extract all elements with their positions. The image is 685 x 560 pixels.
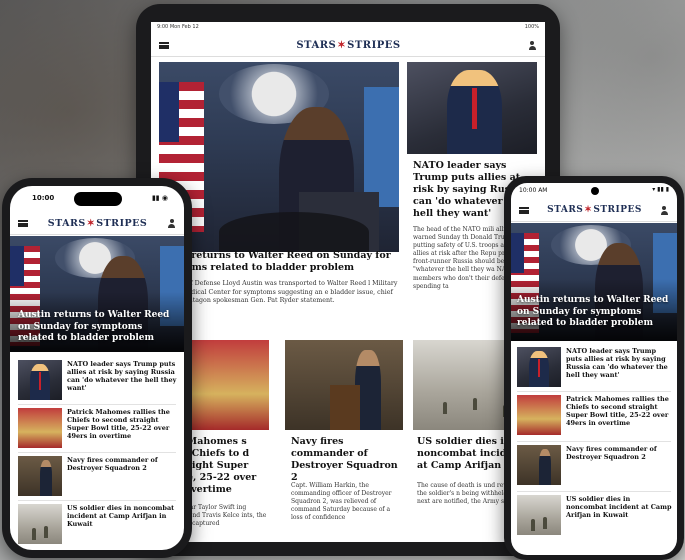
tablet-screen: 9:00 Mon Feb 12 100% STARS ✶ STRIPES NATO … — [151, 22, 545, 542]
soldier-figure — [44, 526, 48, 538]
soldier-figure — [531, 519, 535, 531]
soldier-figure — [543, 517, 547, 529]
list-headline: NATO leader says Trump puts allies at ri… — [67, 360, 177, 393]
navy-body: Capt. William Harkin, the commanding off… — [291, 482, 392, 522]
list-item[interactable]: NATO leader says Trump puts allies at ri… — [517, 347, 673, 387]
dynamic-island — [74, 192, 122, 206]
soldier-figure — [473, 398, 477, 410]
list-headline: NATO leader says Trump puts allies at ri… — [566, 347, 668, 380]
list-item[interactable]: Navy fires commander of Destroyer Squadr… — [18, 456, 178, 496]
trump-figure — [529, 351, 549, 387]
menu-icon[interactable] — [159, 41, 169, 49]
list-headline: Navy fires commander of Destroyer Squadr… — [566, 445, 657, 462]
tablet-status-bar: 9:00 Mon Feb 12 100% — [151, 22, 545, 34]
list-item[interactable]: US soldier dies in noncombat incident at… — [18, 504, 178, 544]
list-thumb — [517, 347, 561, 387]
site-header: STARS ✶ STRIPES — [10, 212, 184, 235]
right-phone-device: 10:00 AM ▾ ▮▮ ▮ STARS ✶ STRIPES Austin ret… — [504, 176, 684, 560]
left-phone-device: 10:00 ▮▮ ◉ STARS ✶ STRIPES Austin returns … — [2, 178, 192, 558]
user-icon[interactable] — [528, 40, 537, 50]
list-item[interactable]: US soldier dies in noncombat incident at… — [517, 495, 673, 535]
list-item[interactable]: Navy fires commander of Destroyer Squadr… — [517, 445, 673, 485]
logo-stripes: STRIPES — [96, 217, 148, 229]
left-phone-screen: 10:00 ▮▮ ◉ STARS ✶ STRIPES Austin returns … — [10, 186, 184, 550]
hero-headline[interactable]: Austin returns to Walter Reed on Sunday … — [18, 310, 176, 345]
divider — [517, 441, 671, 442]
hero-headline[interactable]: Austin returns to Walter Reed on Sunday … — [517, 295, 673, 330]
status-time: 10:00 AM — [519, 187, 548, 194]
user-icon[interactable] — [167, 218, 176, 228]
logo-star-icon: ✶ — [86, 217, 96, 229]
list-headline: US soldier dies in noncombat incident at… — [566, 495, 672, 520]
logo-stripes: STRIPES — [593, 205, 642, 215]
status-time: 9:00 Mon Feb 12 — [157, 24, 199, 30]
logo-star-icon: ✶ — [584, 205, 593, 215]
officer-figure — [539, 449, 551, 485]
list-thumb — [517, 395, 561, 435]
status-time: 10:00 — [32, 194, 55, 202]
list-thumb — [517, 445, 561, 485]
logo-stars: STARS — [296, 39, 337, 51]
user-icon[interactable] — [660, 205, 669, 215]
list-thumb — [18, 360, 62, 400]
signal-icons: ▮▮ ◉ — [151, 194, 168, 202]
list-headline: US soldier dies in noncombat incident at… — [67, 504, 175, 529]
menu-icon[interactable] — [519, 206, 529, 214]
trump-figure — [30, 364, 50, 400]
site-logo[interactable]: STARS ✶ STRIPES — [296, 40, 400, 51]
navy-headline[interactable]: Navy fires commander of Destroyer Squadr… — [291, 436, 403, 484]
divider — [517, 491, 671, 492]
nato-story-image[interactable] — [407, 62, 537, 154]
divider — [18, 500, 176, 501]
list-thumb — [18, 456, 62, 496]
list-headline: Patrick Mahomes rallies the Chiefs to se… — [566, 395, 669, 428]
divider — [18, 452, 176, 453]
list-item[interactable]: Patrick Mahomes rallies the Chiefs to se… — [517, 395, 673, 435]
list-thumb — [18, 408, 62, 448]
lectern — [330, 385, 360, 430]
divider — [18, 404, 176, 405]
audience-heads — [219, 212, 369, 252]
navy-story-image[interactable] — [285, 340, 403, 430]
list-thumb — [517, 495, 561, 535]
site-header: STARS ✶ STRIPES — [151, 34, 545, 57]
tablet-device: 9:00 Mon Feb 12 100% STARS ✶ STRIPES NATO … — [136, 4, 560, 556]
logo-stripes: STRIPES — [347, 39, 401, 51]
list-thumb — [18, 504, 62, 544]
soldier-figure — [443, 402, 447, 414]
battery-status: 100% — [524, 24, 539, 30]
site-logo[interactable]: STARS ✶ STRIPES — [48, 218, 148, 229]
soldier-figure — [32, 528, 36, 540]
menu-icon[interactable] — [18, 219, 28, 227]
divider — [517, 391, 671, 392]
site-logo[interactable]: STARS ✶ STRIPES — [547, 205, 642, 215]
lead-headline[interactable]: n returns to Walter Reed on Sunday for t… — [181, 250, 399, 274]
list-item[interactable]: Patrick Mahomes rallies the Chiefs to se… — [18, 408, 178, 448]
lead-body: y of Defense Lloyd Austin was transporte… — [181, 280, 398, 304]
logo-stars: STARS — [547, 205, 584, 215]
list-headline: Patrick Mahomes rallies the Chiefs to se… — [67, 408, 170, 441]
right-phone-screen: 10:00 AM ▾ ▮▮ ▮ STARS ✶ STRIPES Austin ret… — [511, 183, 677, 555]
signal-icons: ▾ ▮▮ ▮ — [652, 186, 669, 193]
site-header: STARS ✶ STRIPES — [511, 199, 677, 222]
logo-stars: STARS — [47, 217, 86, 229]
blue-flag — [364, 87, 399, 207]
trump-figure — [447, 70, 502, 154]
officer-figure — [40, 460, 52, 496]
list-item[interactable]: NATO leader says Trump puts allies at ri… — [18, 360, 178, 400]
list-headline: Navy fires commander of Destroyer Squadr… — [67, 456, 158, 473]
logo-star-icon: ✶ — [337, 39, 347, 51]
lead-story-image[interactable] — [159, 62, 399, 252]
camera-hole — [591, 187, 599, 195]
